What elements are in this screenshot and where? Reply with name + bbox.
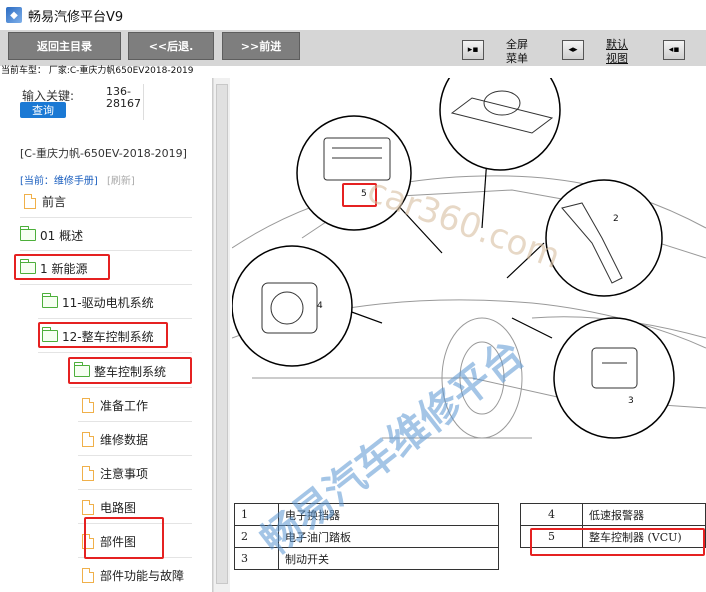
- forward-button[interactable]: >>前进: [222, 32, 300, 60]
- folder-icon: [20, 226, 36, 241]
- divider: [78, 455, 192, 456]
- highlight-box: [14, 254, 110, 280]
- tree-item-preparation[interactable]: 准备工作: [82, 395, 148, 415]
- tree-item-drive-motor[interactable]: 11-驱动电机系统: [42, 292, 154, 312]
- default-view-label-1: 默认: [606, 38, 628, 51]
- app-logo-icon: ◆: [6, 7, 22, 23]
- highlight-box: [530, 528, 705, 556]
- document-icon: [82, 431, 94, 447]
- tree-item-label: 电路图: [100, 500, 137, 515]
- tree-item-overview[interactable]: 01 概述: [20, 225, 83, 245]
- tree-item-label: 01 概述: [40, 228, 84, 243]
- split-view-icon[interactable]: ◂▸: [562, 40, 584, 60]
- divider: [143, 84, 144, 120]
- current-car-label: 当前车型： 厂家:C-重庆力帆650EV2018-2019: [0, 66, 706, 78]
- collapse-icon[interactable]: ◂▪: [663, 40, 685, 60]
- tree-item-preface[interactable]: 前言: [24, 191, 66, 211]
- callout-number: 2: [613, 214, 619, 224]
- document-icon: [24, 193, 36, 209]
- document-icon: [82, 465, 94, 481]
- callout-circle-3: [553, 317, 675, 439]
- highlight-box: [84, 517, 164, 559]
- tree-item-label: 前言: [42, 194, 67, 209]
- divider: [70, 387, 192, 388]
- keyword-value-2: 28167: [106, 97, 141, 110]
- divider: [38, 352, 192, 353]
- keyword-input[interactable]: 136- 28167: [106, 86, 141, 110]
- callout-circle-top: [439, 78, 561, 171]
- callout-number: 3: [628, 396, 634, 406]
- tree-item-component-function[interactable]: 部件功能与故障: [82, 565, 184, 585]
- document-icon: [82, 397, 94, 413]
- divider: [38, 318, 192, 319]
- back-button[interactable]: <<后退.: [128, 32, 214, 60]
- tree-item-label: 部件功能与故障: [100, 568, 185, 583]
- part-name: 制动开关: [278, 547, 499, 570]
- search-button[interactable]: 查询: [20, 102, 66, 118]
- divider: [78, 421, 192, 422]
- folder-icon: [42, 293, 58, 308]
- default-view-label-2: 视图: [606, 52, 628, 65]
- divider: [20, 284, 192, 285]
- sidebar-scrollbar[interactable]: [213, 78, 230, 592]
- toolbar: 返回主目录 <<后退. >>前进 ▸▪ 全屏 菜单 ◂▸ 默认 视图 ◂▪: [0, 30, 706, 66]
- divider: [20, 217, 192, 218]
- expand-icon[interactable]: ▸▪: [462, 40, 484, 60]
- divider: [78, 489, 192, 490]
- car-links: [当前：维修手册] [刷新]: [20, 172, 135, 187]
- callout-number: 4: [317, 301, 323, 311]
- tree-item-label: 维修数据: [100, 432, 149, 447]
- leader-line: [511, 317, 553, 339]
- car-model-name: [C-重庆力帆-650EV-2018-2019]: [20, 147, 187, 160]
- title-bar: ◆ 畅易汽修平台V9: [0, 0, 706, 30]
- part-name: 低速报警器: [582, 503, 706, 526]
- tree-item-label: 准备工作: [100, 398, 149, 413]
- refresh-link[interactable]: [刷新]: [107, 176, 135, 187]
- tree-item-circuit-diagram[interactable]: 电路图: [82, 497, 136, 517]
- divider: [20, 250, 192, 251]
- fullscreen-label-1: 全屏: [506, 38, 528, 51]
- highlight-box: [68, 357, 192, 384]
- window-title: 畅易汽修平台V9: [28, 9, 124, 25]
- part-number: 4: [520, 503, 583, 526]
- tree-item-repair-data[interactable]: 维修数据: [82, 429, 148, 449]
- fullscreen-menu-button[interactable]: 全屏 菜单: [506, 38, 528, 66]
- scrollbar-thumb[interactable]: [216, 84, 228, 584]
- current-manual-link[interactable]: [当前：维修手册]: [20, 176, 98, 187]
- callout-circle-4: [232, 245, 353, 367]
- document-icon: [82, 567, 94, 583]
- tree-item-label: 注意事项: [100, 466, 149, 481]
- tree-item-label: 11-驱动电机系统: [62, 295, 154, 310]
- table-row: 4 低速报警器: [520, 503, 706, 526]
- default-view-button[interactable]: 默认 视图: [606, 38, 628, 66]
- back-to-main-button[interactable]: 返回主目录: [8, 32, 121, 60]
- tree-item-precautions[interactable]: 注意事项: [82, 463, 148, 483]
- highlight-box: [38, 322, 168, 348]
- document-icon: [82, 499, 94, 515]
- fullscreen-label-2: 菜单: [506, 52, 528, 65]
- component-diagram-view: 5 2 4 3 1 电子换挡器 2 电子油门踏板 3 制动开关 4 低速报警器 …: [232, 78, 706, 592]
